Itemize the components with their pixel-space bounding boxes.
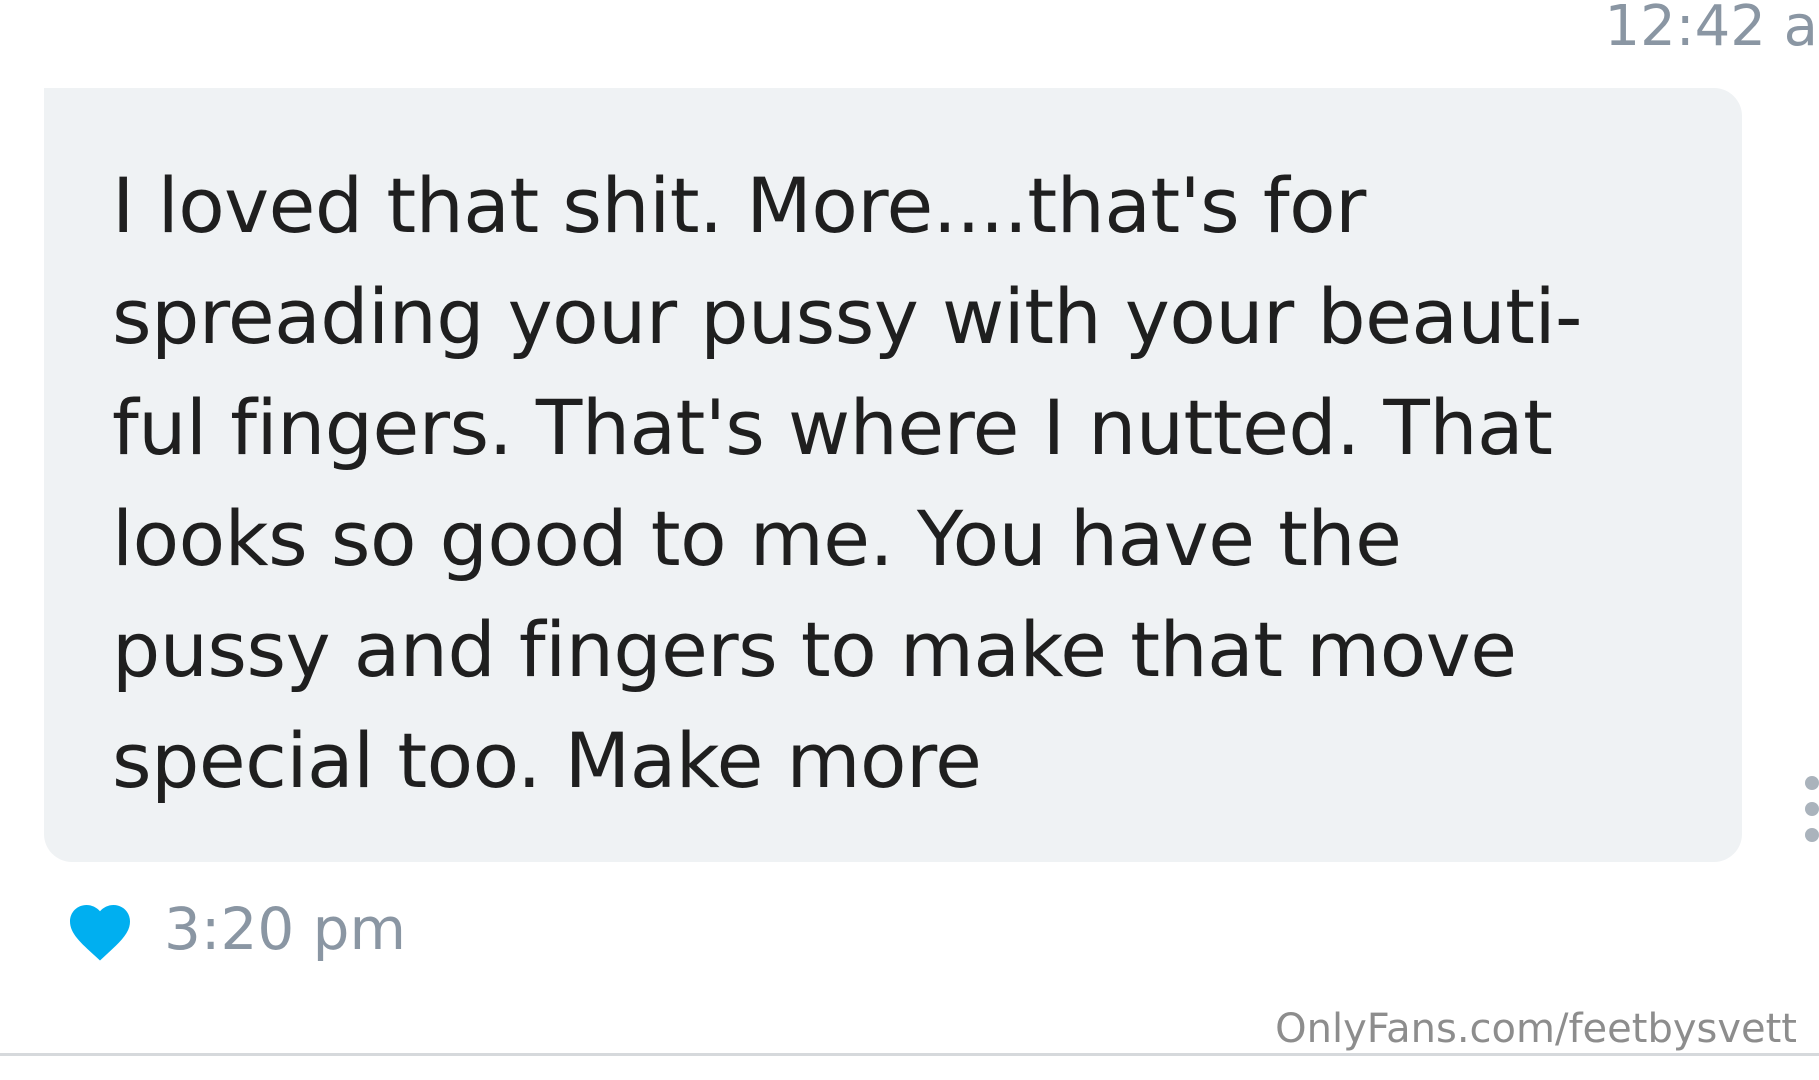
more-dot-icon <box>1805 776 1819 790</box>
message-meta: 3:20 pm <box>64 880 406 978</box>
divider <box>0 1053 1819 1056</box>
message-time: 3:20 pm <box>164 895 406 963</box>
message-text: I loved that shit. More....that's for sp… <box>112 161 1582 805</box>
message-bubble[interactable]: I loved that shit. More....that's for sp… <box>44 88 1742 862</box>
previous-message-time: 12:42 ar <box>1604 0 1819 59</box>
watermark: OnlyFans.com/feetbysvett <box>1275 1006 1797 1052</box>
more-dot-icon <box>1805 828 1819 842</box>
heart-icon[interactable] <box>64 896 136 962</box>
more-dot-icon <box>1805 802 1819 816</box>
more-options-icon[interactable] <box>1801 776 1819 842</box>
